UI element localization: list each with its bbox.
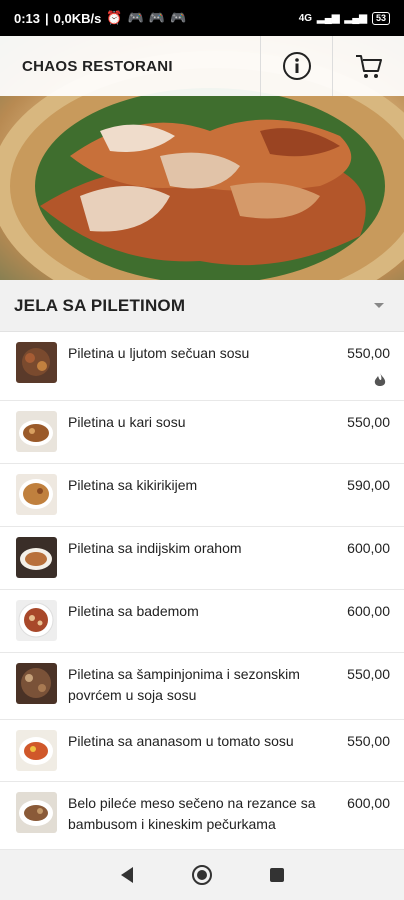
- system-nav-bar: [0, 850, 404, 900]
- chevron-down-icon: [374, 303, 384, 308]
- category-header[interactable]: JELA SA PILETINOM: [0, 280, 404, 332]
- home-icon: [191, 865, 212, 885]
- item-price: 550,00: [347, 414, 390, 430]
- item-name: Belo pileće meso sečeno na rezance sa ba…: [68, 795, 316, 832]
- dish-thumbnail: [16, 663, 57, 704]
- dish-thumbnail: [16, 537, 57, 578]
- game-icon-2: 🎮: [148, 10, 165, 25]
- item-price: 600,00: [347, 603, 390, 619]
- item-name: Piletina sa bademom: [68, 603, 199, 619]
- back-button[interactable]: [107, 855, 147, 895]
- dish-thumbnail: [16, 792, 57, 833]
- dish-thumbnail: [16, 474, 57, 515]
- item-price: 590,00: [347, 477, 390, 493]
- menu-item[interactable]: Piletina sa šampinjonima i sezonskim pov…: [0, 653, 404, 720]
- dish-thumbnail: [16, 342, 57, 383]
- alarm-icon: ⏰: [106, 10, 123, 25]
- dish-thumbnail: [16, 730, 57, 771]
- game-icon-3: 🎮: [169, 10, 187, 25]
- battery-icon: 53: [371, 11, 390, 25]
- cart-icon: [355, 55, 382, 78]
- item-price: 550,00: [347, 666, 390, 682]
- menu-list: Piletina u ljutom sečuan sosu 550,00 Pil…: [0, 332, 404, 850]
- game-icon: 🎮: [127, 10, 144, 25]
- home-button[interactable]: [182, 855, 222, 895]
- dish-thumbnail: [16, 600, 57, 641]
- menu-item[interactable]: Piletina u ljutom sečuan sosu 550,00: [0, 332, 404, 401]
- spicy-flame-icon: [374, 373, 386, 386]
- item-price: 600,00: [347, 795, 390, 811]
- app-title: CHAOS RESTORANI: [22, 57, 173, 75]
- menu-item[interactable]: Belo pileće meso sečeno na rezance sa ba…: [0, 782, 404, 850]
- item-name: Piletina sa indijskim orahom: [68, 540, 242, 556]
- item-price: 550,00: [347, 345, 390, 361]
- item-name: Piletina u ljutom sečuan sosu: [68, 345, 250, 361]
- menu-item[interactable]: Piletina sa indijskim orahom 600,00: [0, 527, 404, 590]
- recents-button[interactable]: [257, 855, 297, 895]
- category-title: JELA SA PILETINOM: [14, 295, 186, 315]
- item-price: 550,00: [347, 733, 390, 749]
- recents-icon: [269, 868, 284, 882]
- menu-item[interactable]: Piletina sa bademom 600,00: [0, 590, 404, 653]
- info-button[interactable]: [260, 36, 332, 96]
- signal-icon: ▂▄▆: [317, 12, 340, 24]
- menu-item[interactable]: Piletina sa kikirikijem 590,00: [0, 464, 404, 527]
- status-bar: 0:13 | 0,0KB/s ⏰ 🎮 🎮 🎮 4G ▂▄▆ ▂▄▆ 53: [0, 0, 404, 36]
- status-net-speed: 0,0KB/s: [53, 10, 102, 26]
- item-name: Piletina sa šampinjonima i sezonskim pov…: [68, 666, 300, 703]
- item-name: Piletina sa kikirikijem: [68, 477, 198, 493]
- status-time: 0:13: [14, 10, 41, 26]
- info-icon: [282, 52, 311, 80]
- cart-button[interactable]: [332, 36, 404, 96]
- item-name: Piletina u kari sosu: [68, 414, 186, 430]
- item-price: 600,00: [347, 540, 390, 556]
- signal-icon-2: ▂▄▆: [344, 12, 367, 24]
- menu-item[interactable]: Piletina u kari sosu 550,00: [0, 401, 404, 464]
- item-name: Piletina sa ananasom u tomato sosu: [68, 733, 294, 749]
- signal-label: 4G: [298, 12, 313, 24]
- menu-item[interactable]: Piletina sa ananasom u tomato sosu 550,0…: [0, 720, 404, 782]
- app-header: CHAOS RESTORANI: [0, 36, 404, 96]
- dish-thumbnail: [16, 411, 57, 452]
- back-icon: [121, 867, 134, 883]
